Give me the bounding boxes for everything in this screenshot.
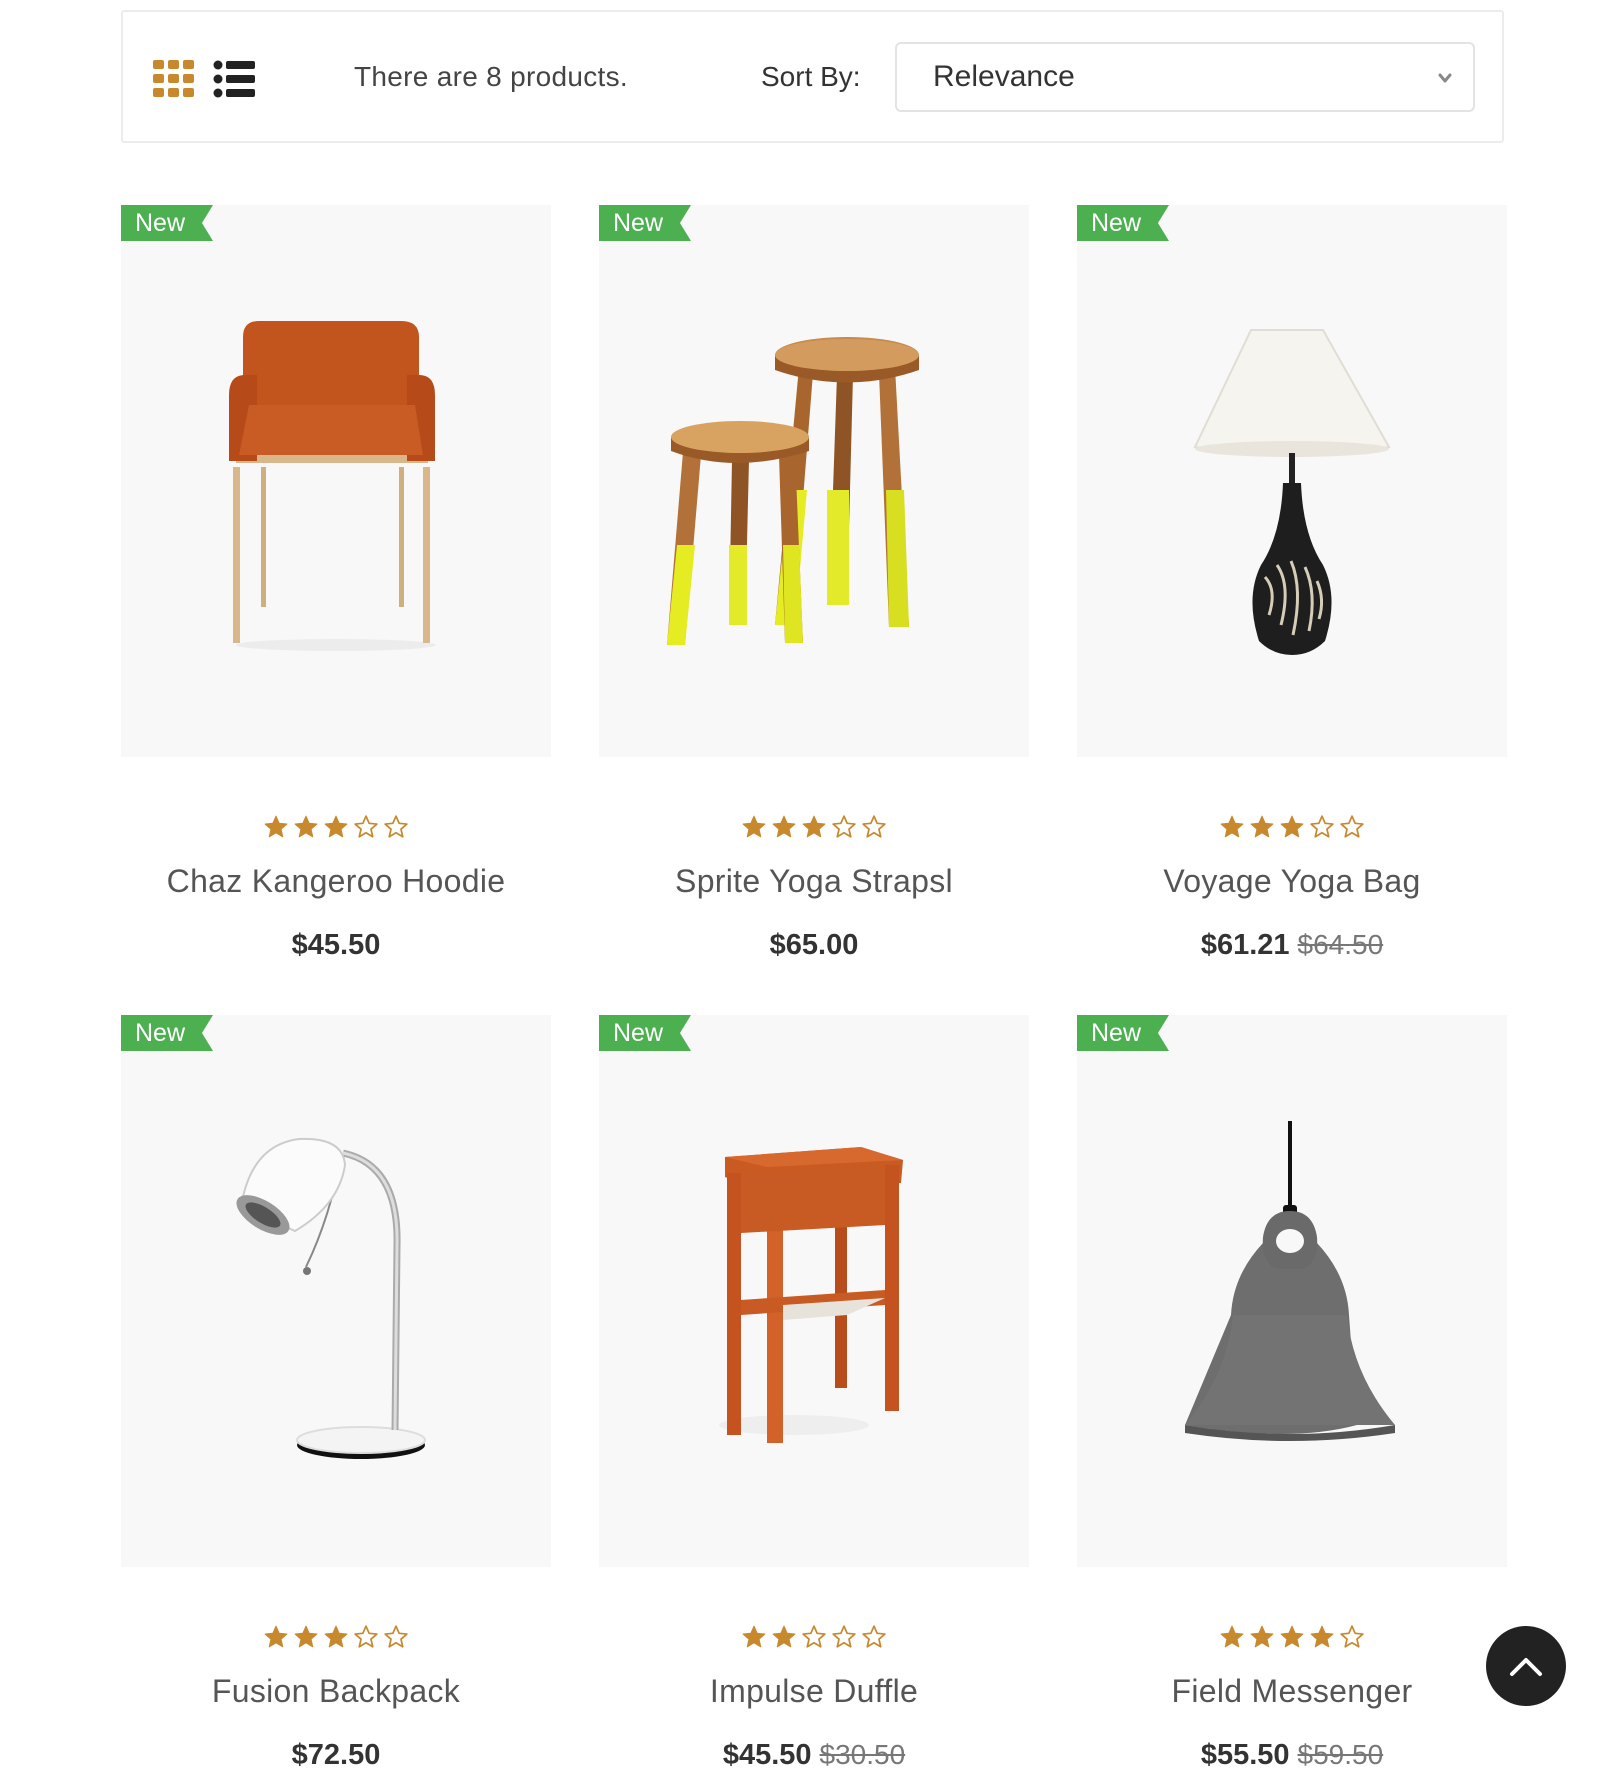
star-filled-icon (1250, 815, 1274, 838)
product-title[interactable]: Impulse Duffle (599, 1669, 1029, 1713)
new-badge: New (121, 205, 213, 241)
product-price: $65.00 (599, 925, 1029, 970)
grid-icon (153, 60, 194, 97)
price-current: $72.50 (291, 1739, 381, 1771)
table-lamp-image (1193, 329, 1391, 655)
rating-stars (121, 814, 551, 842)
price-current: $65.00 (769, 929, 859, 961)
star-empty-icon (1340, 1625, 1364, 1648)
star-empty-icon (802, 1625, 826, 1648)
armchair-image (229, 321, 436, 651)
chevron-up-icon (1510, 1658, 1542, 1676)
star-filled-icon (1280, 1625, 1304, 1648)
product-card: New Field Messenger $55.50 $59.50 (1077, 1015, 1507, 1771)
list-icon (213, 60, 255, 98)
star-empty-icon (832, 815, 856, 838)
star-empty-icon (862, 815, 886, 838)
product-image-link[interactable]: New (599, 1015, 1029, 1567)
sort-selected-value: Relevance (933, 60, 1075, 93)
star-empty-icon (354, 815, 378, 838)
new-badge: New (1077, 1015, 1169, 1051)
product-image-link[interactable]: New (1077, 205, 1507, 757)
back-to-top-button[interactable] (1486, 1626, 1566, 1706)
product-image-link[interactable]: New (121, 205, 551, 757)
star-filled-icon (1220, 1625, 1244, 1648)
product-image-link[interactable]: New (1077, 1015, 1507, 1567)
star-empty-icon (1310, 815, 1334, 838)
product-price: $61.21 $64.50 (1077, 925, 1507, 970)
rating-stars (599, 1624, 1029, 1652)
product-price: $72.50 (121, 1735, 551, 1780)
price-current: $45.50 (722, 1739, 812, 1771)
star-filled-icon (1220, 815, 1244, 838)
product-title[interactable]: Sprite Yoga Strapsl (599, 859, 1029, 903)
product-count: There are 8 products. (354, 61, 628, 92)
star-filled-icon (294, 1625, 318, 1648)
star-filled-icon (742, 1625, 766, 1648)
star-filled-icon (802, 815, 826, 838)
product-title[interactable]: Chaz Kangeroo Hoodie (121, 859, 551, 903)
star-filled-icon (1250, 1625, 1274, 1648)
product-card: New Fusion Backpack $72.50 (121, 1015, 551, 1771)
desk-lamp-image (236, 1137, 426, 1459)
price-current: $55.50 (1200, 1739, 1290, 1771)
new-badge: New (1077, 205, 1169, 241)
product-card: New Voyage Yoga Bag $61.21 $64.50 (1077, 205, 1507, 961)
product-image-link[interactable]: New (599, 205, 1029, 757)
pendant-lamp-image (1185, 1121, 1395, 1441)
star-filled-icon (294, 815, 318, 838)
list-view-button[interactable] (213, 60, 255, 98)
star-filled-icon (772, 1625, 796, 1648)
star-empty-icon (1340, 815, 1364, 838)
star-filled-icon (324, 815, 348, 838)
star-filled-icon (772, 815, 796, 838)
star-filled-icon (264, 1625, 288, 1648)
product-price: $55.50 $59.50 (1077, 1735, 1507, 1780)
product-list-toolbar: There are 8 products. Sort By: Relevance (121, 10, 1504, 143)
sort-label: Sort By: (761, 61, 861, 92)
star-filled-icon (742, 815, 766, 838)
star-empty-icon (354, 1625, 378, 1648)
product-card: New Impulse Duffle $45.50 $30.50 (599, 1015, 1029, 1771)
product-title[interactable]: Voyage Yoga Bag (1077, 859, 1507, 903)
rating-stars (1077, 1624, 1507, 1652)
star-filled-icon (1280, 815, 1304, 838)
star-empty-icon (384, 1625, 408, 1648)
product-image-link[interactable]: New (121, 1015, 551, 1567)
product-price: $45.50 (121, 925, 551, 970)
product-price: $45.50 $30.50 (599, 1735, 1029, 1780)
new-badge: New (599, 1015, 691, 1051)
star-empty-icon (384, 815, 408, 838)
star-empty-icon (832, 1625, 856, 1648)
rating-stars (121, 1624, 551, 1652)
star-filled-icon (264, 815, 288, 838)
star-filled-icon (324, 1625, 348, 1648)
new-badge: New (599, 205, 691, 241)
grid-view-button[interactable] (153, 60, 195, 98)
price-current: $61.21 (1200, 929, 1290, 961)
sort-select[interactable]: Relevance (895, 42, 1475, 112)
side-table-image (719, 1147, 903, 1443)
rating-stars (599, 814, 1029, 842)
product-title[interactable]: Field Messenger (1077, 1669, 1507, 1713)
price-old: $59.50 (1297, 1739, 1384, 1770)
rating-stars (1077, 814, 1507, 842)
product-title[interactable]: Fusion Backpack (121, 1669, 551, 1713)
product-card: New Chaz Kangeroo Hoodie $45.50 (121, 205, 551, 961)
price-old: $30.50 (819, 1739, 906, 1770)
product-card: New Sprite Yoga Strapsl $65.00 (599, 205, 1029, 961)
price-old: $64.50 (1297, 929, 1384, 960)
stools-image (667, 337, 919, 645)
price-current: $45.50 (291, 929, 381, 961)
new-badge: New (121, 1015, 213, 1051)
star-empty-icon (862, 1625, 886, 1648)
star-filled-icon (1310, 1625, 1334, 1648)
chevron-down-icon (1438, 73, 1452, 83)
